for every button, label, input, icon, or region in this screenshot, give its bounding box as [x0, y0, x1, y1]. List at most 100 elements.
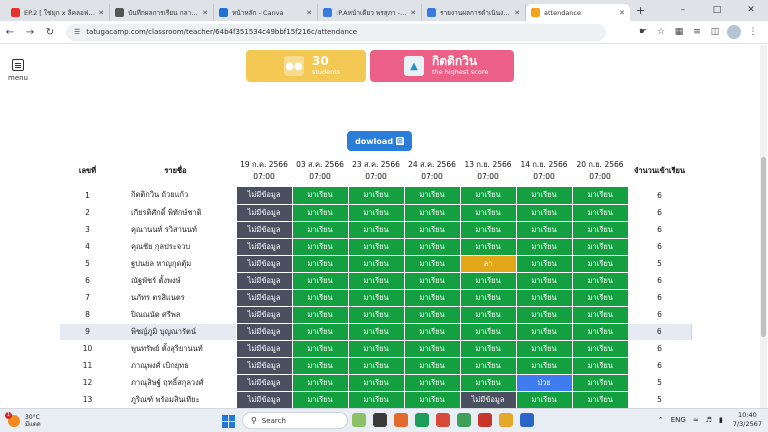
- table-row[interactable]: 9 พิชญ์ภูมิ บุญณารัตน์ ไม่มีข้อมูล มาเรียนม…: [60, 323, 692, 341]
- browser-menu-icon[interactable]: ⋮: [744, 27, 762, 37]
- attendance-status-cell[interactable]: มาเรียน: [291, 289, 348, 307]
- table-row[interactable]: 3 คุณานนท์ รวิสานนท์ ไม่มีข้อมูล มาเรียน มาเ…: [60, 221, 691, 239]
- attendance-status-cell[interactable]: มาเรียน: [291, 238, 348, 256]
- attendance-status-cell[interactable]: มาเรียน: [403, 306, 460, 324]
- attendance-status-cell[interactable]: มาเรียน: [403, 221, 460, 239]
- table-row[interactable]: 2 เกียรติศักดิ์ พิทักษ์ชาติ ไม่มีข้อมูล มาเ…: [60, 204, 691, 222]
- table-row[interactable]: 13 ภูริณฑ์ พร้อมสินเทียะ ไม่มีข้อมูล มาเรีย…: [60, 391, 691, 408]
- attendance-status-cell[interactable]: มาเรียน: [403, 323, 460, 341]
- attendance-status-cell[interactable]: ไม่มีข้อมูล: [459, 391, 516, 408]
- browser-tab[interactable]: บันทึกผลการเรียน กลางภาค ✕: [110, 4, 214, 21]
- attendance-status-cell[interactable]: มาเรียน: [515, 255, 572, 273]
- close-tab-icon[interactable]: ✕: [98, 9, 104, 17]
- attendance-status-cell[interactable]: มาเรียน: [459, 289, 516, 307]
- close-tab-icon[interactable]: ✕: [306, 9, 312, 17]
- attendance-status-cell[interactable]: ไม่มีข้อมูล: [235, 187, 292, 205]
- attendance-status-cell[interactable]: มาเรียน: [571, 221, 628, 239]
- attendance-status-cell[interactable]: มาเรียน: [291, 204, 348, 222]
- attendance-status-cell[interactable]: มาเรียน: [347, 187, 404, 205]
- back-icon[interactable]: ←: [0, 27, 20, 38]
- clock[interactable]: 10:40 7/3/2567: [733, 411, 762, 429]
- attendance-status-cell[interactable]: ไม่มีข้อมูล: [235, 289, 292, 307]
- attendance-status-cell[interactable]: มาเรียน: [571, 272, 628, 290]
- attendance-status-cell[interactable]: มาเรียน: [515, 187, 572, 205]
- attendance-status-cell[interactable]: มาเรียน: [459, 272, 516, 290]
- attendance-status-cell[interactable]: ป่วย: [515, 374, 572, 392]
- minimize-icon[interactable]: –: [666, 0, 700, 21]
- attendance-status-cell[interactable]: มาเรียน: [403, 391, 460, 408]
- attendance-status-cell[interactable]: มาเรียน: [459, 340, 516, 358]
- chrome-profile-icon[interactable]: [499, 413, 513, 427]
- table-row[interactable]: 7 นภัทร ตรสิแนตร ไม่มีข้อมูล มาเรียน มาเรียน…: [60, 289, 691, 307]
- attendance-status-cell[interactable]: มาเรียน: [459, 323, 516, 341]
- word-icon[interactable]: [520, 413, 534, 427]
- browser-tab[interactable]: EP.2 [ ใช่มุก x ลีคลอฟ ] - ✕: [6, 4, 110, 21]
- table-row[interactable]: 8 ปิณณนัต ศรีพล ไม่มีข้อมูล มาเรียน มาเรียนม…: [60, 306, 691, 324]
- attendance-status-cell[interactable]: มาเรียน: [515, 272, 572, 290]
- download-button[interactable]: dowload ⊞: [347, 131, 412, 151]
- attendance-status-cell[interactable]: มาเรียน: [291, 357, 348, 375]
- attendance-status-cell[interactable]: มาเรียน: [347, 238, 404, 256]
- bookmark-star-icon[interactable]: ☆: [652, 27, 670, 37]
- attendance-status-cell[interactable]: มาเรียน: [571, 374, 628, 392]
- attendance-status-cell[interactable]: ไม่มีข้อมูล: [235, 204, 292, 222]
- table-row[interactable]: 10 พูนทรัพย์ ตั้งสุริยานนท์ ไม่มีข้อมูล มาเ…: [60, 340, 691, 358]
- attendance-status-cell[interactable]: มาเรียน: [515, 306, 572, 324]
- table-row[interactable]: 12 ภาณุสิษฐ์ ฤทธิ์สกุลวงศ์ ไม่มีข้อมูล มาเร…: [60, 374, 691, 392]
- attendance-status-cell[interactable]: มาเรียน: [515, 204, 572, 222]
- profile-avatar[interactable]: [727, 25, 741, 39]
- language-indicator[interactable]: ENG: [671, 416, 686, 424]
- attendance-status-cell[interactable]: มาเรียน: [347, 323, 404, 341]
- browser-tab[interactable]: attendance ✕: [526, 4, 630, 21]
- attendance-status-cell[interactable]: มาเรียน: [515, 238, 572, 256]
- attendance-status-cell[interactable]: มาเรียน: [403, 204, 460, 222]
- attendance-status-cell[interactable]: มาเรียน: [403, 238, 460, 256]
- new-tab-button[interactable]: +: [636, 4, 645, 17]
- table-row[interactable]: 6 ณัฐพัชร์ ตั้งพงษ์ ไม่มีข้อมูล มาเรียน มาเร…: [60, 272, 691, 290]
- close-tab-icon[interactable]: ✕: [514, 9, 520, 17]
- attendance-status-cell[interactable]: มาเรียน: [459, 187, 516, 205]
- attendance-status-cell[interactable]: มาเรียน: [515, 357, 572, 375]
- attendance-status-cell[interactable]: มาเรียน: [571, 306, 628, 324]
- attendance-status-cell[interactable]: มาเรียน: [347, 357, 404, 375]
- attendance-status-cell[interactable]: ลา: [459, 255, 516, 273]
- attendance-status-cell[interactable]: มาเรียน: [347, 391, 404, 408]
- tray-chevron-icon[interactable]: ⌃: [658, 416, 664, 424]
- forward-icon[interactable]: →: [20, 27, 40, 38]
- attendance-status-cell[interactable]: มาเรียน: [347, 306, 404, 324]
- attendance-status-cell[interactable]: มาเรียน: [571, 187, 628, 205]
- attendance-status-cell[interactable]: มาเรียน: [403, 357, 460, 375]
- attendance-status-cell[interactable]: มาเรียน: [291, 391, 348, 408]
- page-scrollbar[interactable]: [760, 45, 767, 408]
- attendance-status-cell[interactable]: มาเรียน: [459, 306, 516, 324]
- table-row[interactable]: 11 ภาณุพงศ์ เบิกยุทธ ไม่มีข้อมูล มาเรียน มาเ…: [60, 357, 691, 375]
- attendance-status-cell[interactable]: มาเรียน: [291, 272, 348, 290]
- attendance-status-cell[interactable]: มาเรียน: [571, 323, 628, 341]
- attendance-status-cell[interactable]: ไม่มีข้อมูล: [235, 255, 292, 273]
- mcafee-icon[interactable]: [478, 413, 492, 427]
- attendance-status-cell[interactable]: มาเรียน: [515, 391, 572, 408]
- attendance-status-cell[interactable]: มาเรียน: [571, 340, 628, 358]
- attendance-status-cell[interactable]: มาเรียน: [403, 289, 460, 307]
- close-window-icon[interactable]: ✕: [734, 0, 768, 21]
- attendance-status-cell[interactable]: มาเรียน: [347, 289, 404, 307]
- browser-tab[interactable]: :P.Aหน้าเดียว พรสุภา - A4 ✕: [318, 4, 422, 21]
- close-tab-icon[interactable]: ✕: [619, 9, 625, 17]
- attendance-status-cell[interactable]: มาเรียน: [571, 391, 628, 408]
- attendance-status-cell[interactable]: มาเรียน: [291, 187, 348, 205]
- edge-icon[interactable]: [415, 413, 429, 427]
- attendance-status-cell[interactable]: มาเรียน: [571, 238, 628, 256]
- attendance-status-cell[interactable]: มาเรียน: [459, 357, 516, 375]
- wifi-icon[interactable]: ≈: [693, 416, 699, 424]
- scrollbar-thumb[interactable]: [761, 157, 766, 337]
- taskbar-search[interactable]: ⚲ Search: [242, 412, 348, 429]
- attendance-status-cell[interactable]: มาเรียน: [403, 374, 460, 392]
- attendance-status-cell[interactable]: มาเรียน: [291, 340, 348, 358]
- maximize-icon[interactable]: □: [700, 0, 734, 21]
- attendance-status-cell[interactable]: มาเรียน: [459, 238, 516, 256]
- attendance-status-cell[interactable]: มาเรียน: [571, 357, 628, 375]
- attendance-status-cell[interactable]: มาเรียน: [459, 204, 516, 222]
- attendance-status-cell[interactable]: มาเรียน: [515, 340, 572, 358]
- close-tab-icon[interactable]: ✕: [410, 9, 416, 17]
- chrome-icon[interactable]: [436, 413, 450, 427]
